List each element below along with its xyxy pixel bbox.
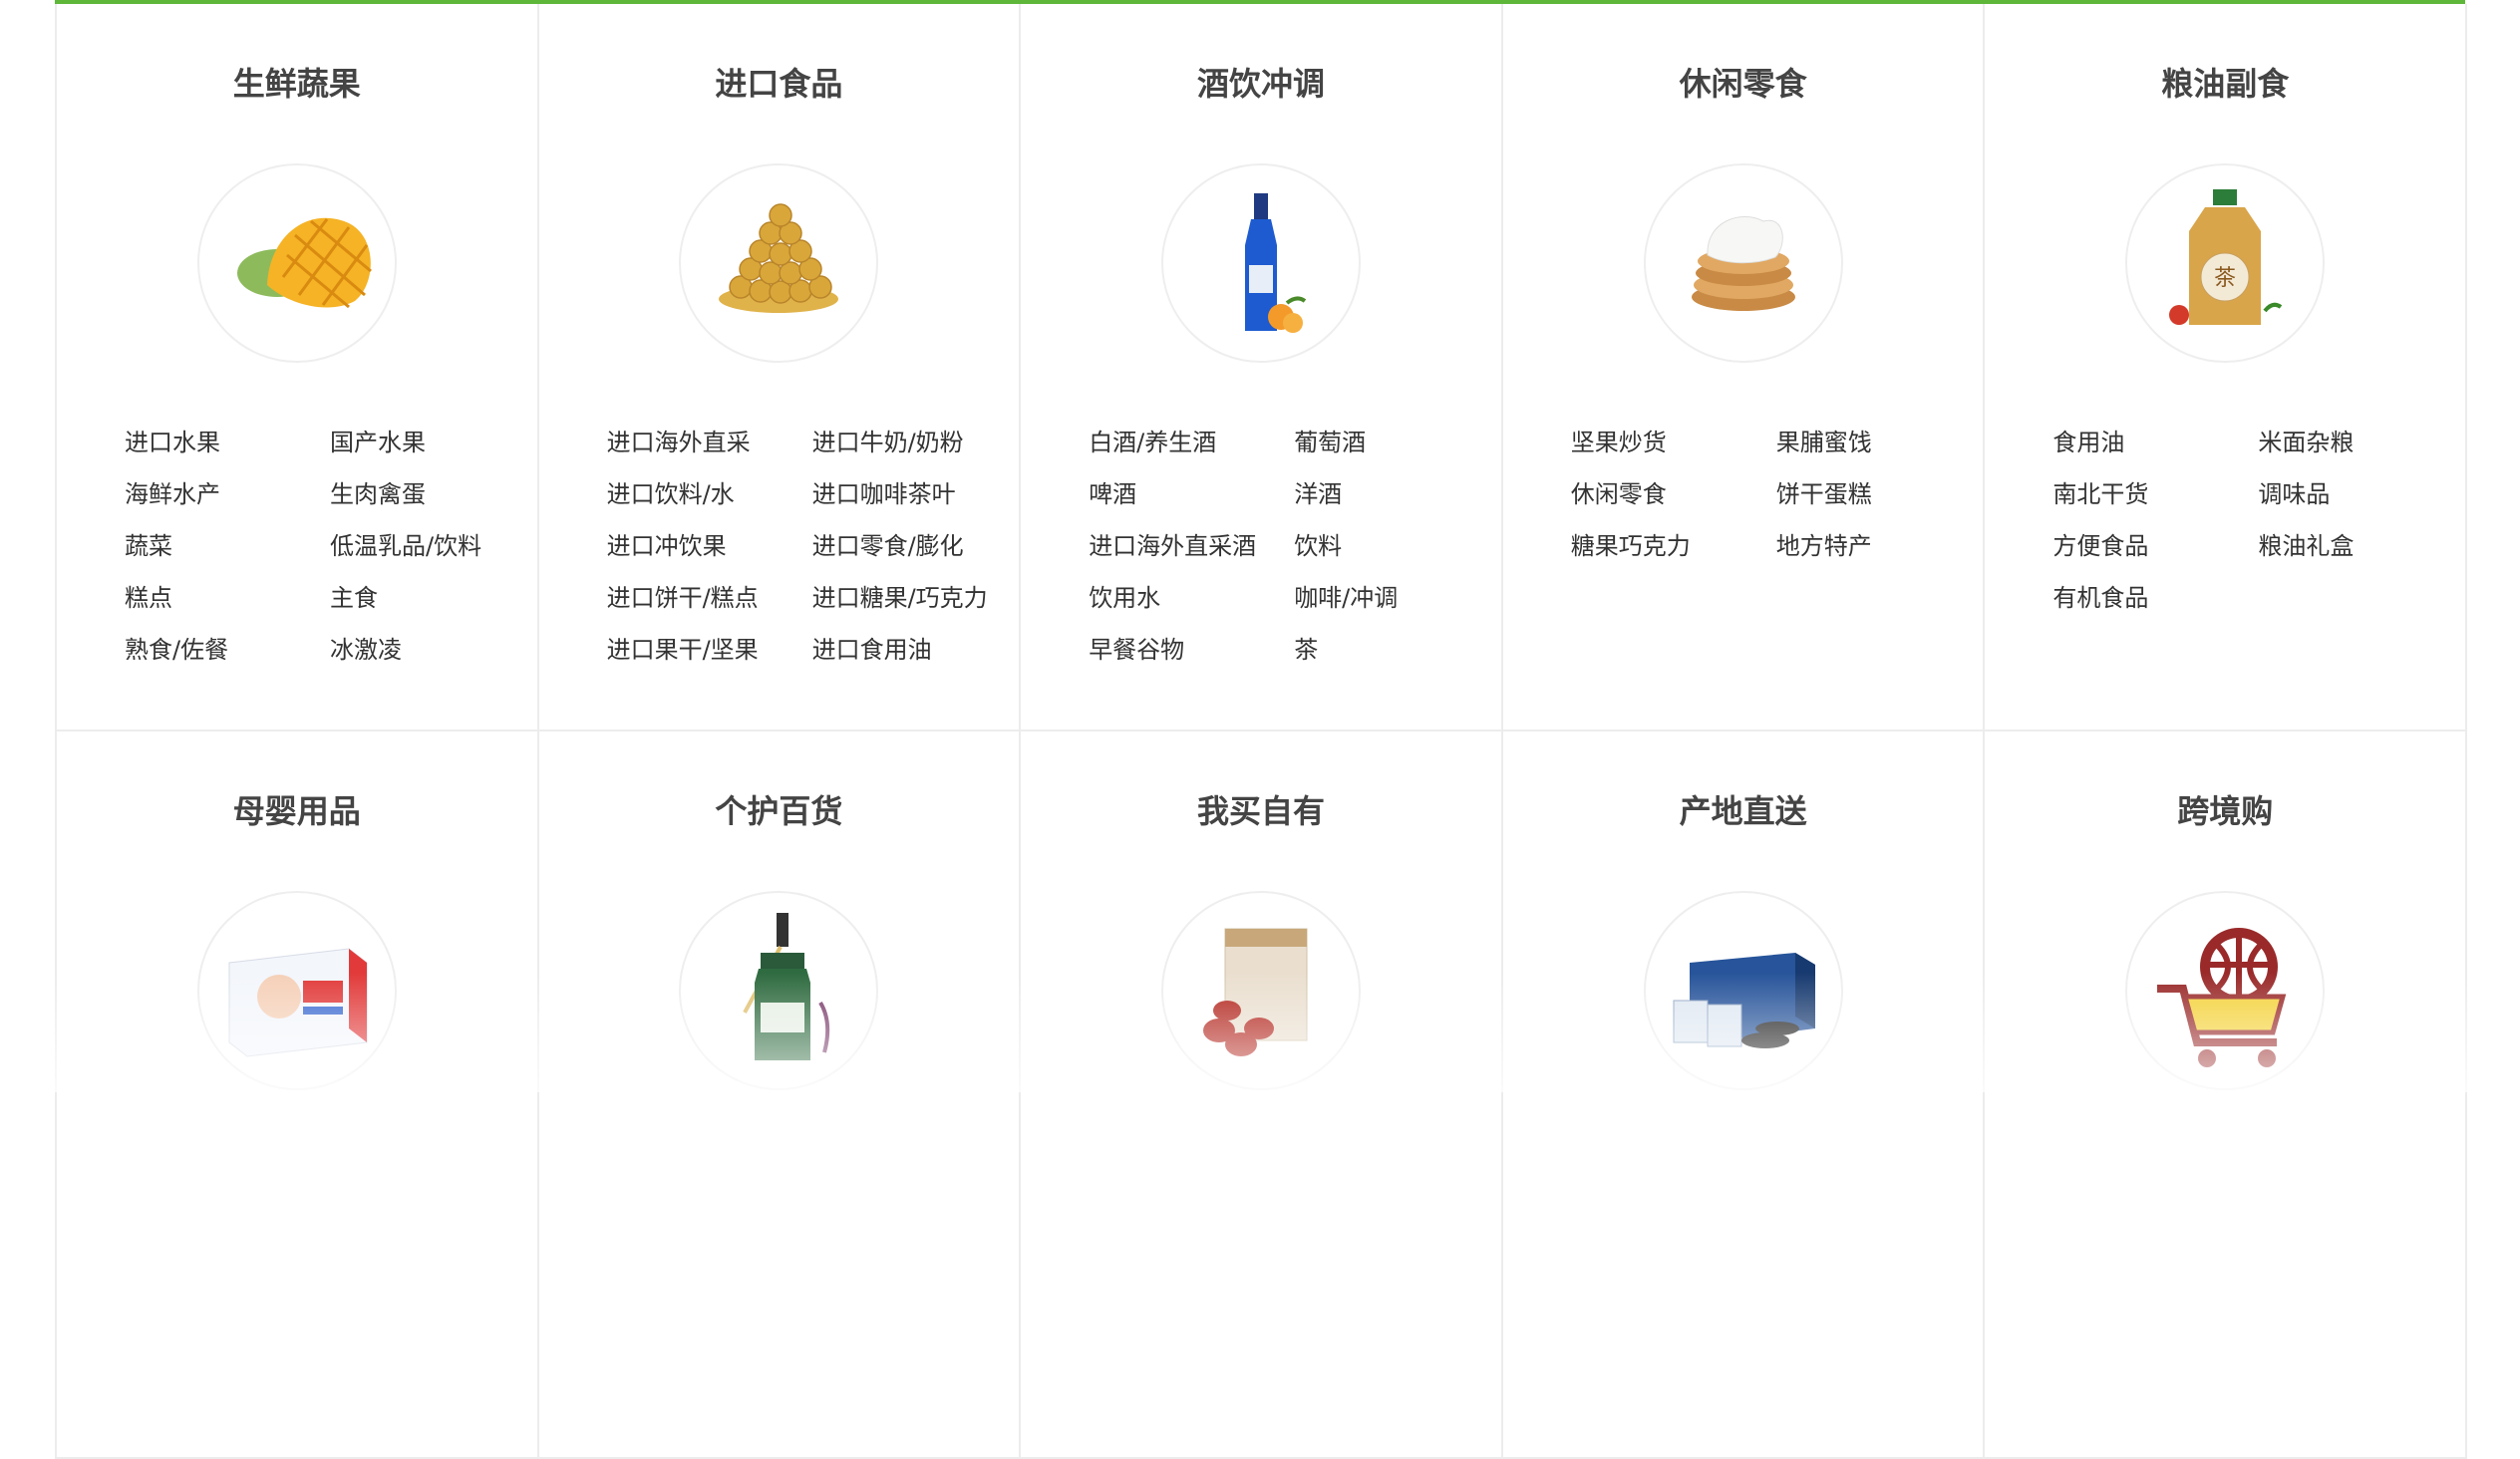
- category-card: 跨境购: [1985, 731, 2467, 1459]
- subcategory-link[interactable]: 进口海外直采酒: [1089, 520, 1294, 572]
- subcategory-link[interactable]: 进口糖果/巧克力: [812, 572, 1018, 624]
- subcategory-list: 进口海外直采 进口牛奶/奶粉 进口饮料/水 进口咖啡茶叶 进口冲饮果 进口零食/膨化 进口饼…: [607, 417, 1020, 676]
- category-grid: 生鲜蔬果进口水果 国产水果 海鲜水产 生肉禽蛋 蔬菜 低温乳品/饮料 糕点 主食 熟食/佐餐 冰激…: [55, 4, 2467, 1459]
- category-title[interactable]: 粮油副食: [1985, 62, 2465, 106]
- subcategory-link[interactable]: 生肉禽蛋: [330, 468, 535, 520]
- subcategory-link[interactable]: 饮用水: [1089, 572, 1294, 624]
- subcategory-link[interactable]: 粮油礼盒: [2258, 520, 2463, 572]
- subcategory-link[interactable]: 进口海外直采: [607, 417, 812, 468]
- category-card: 休闲零食 坚果炒货 果脯蜜饯 休闲零食 饼干蛋糕 糖果巧克力 地方特产: [1502, 4, 1986, 731]
- subcategory-link[interactable]: 进口食用油: [812, 624, 1018, 676]
- subcategory-list: 坚果炒货 果脯蜜饯 休闲零食 饼干蛋糕 糖果巧克力 地方特产: [1571, 417, 1984, 572]
- category-card: 进口食品进口海外直采 进口牛奶/奶粉 进口饮料/水 进口咖啡茶叶 进口冲饮果 进口零食/膨…: [538, 4, 1022, 731]
- shopping-cart-icon[interactable]: [2125, 891, 2326, 1090]
- category-card: 粮油副食茶食用油 米面杂粮 南北干货 调味品 方便食品 粮油礼盒 有机食品: [1985, 4, 2467, 731]
- category-page: 生鲜蔬果进口水果 国产水果 海鲜水产 生肉禽蛋 蔬菜 低温乳品/饮料 糕点 主食 熟食/佐餐 冰激…: [0, 0, 2520, 1459]
- subcategory-list: 白酒/养生酒 葡萄酒 啤酒 洋酒 进口海外直采酒 饮料 饮用水 咖啡/冲调 早餐谷物茶: [1089, 417, 1501, 676]
- category-title[interactable]: 休闲零食: [1503, 62, 1984, 106]
- subcategory-link[interactable]: 进口饼干/糕点: [607, 572, 812, 624]
- subcategory-link[interactable]: 蔬菜: [125, 520, 330, 572]
- subcategory-link[interactable]: 咖啡/冲调: [1294, 572, 1499, 624]
- diaper-pack-icon[interactable]: [196, 891, 397, 1090]
- subcategory-link[interactable]: 进口冲饮果: [607, 520, 812, 572]
- subcategory-link[interactable]: 饼干蛋糕: [1776, 468, 1982, 520]
- subcategory-link[interactable]: 冰激凌: [330, 624, 535, 676]
- category-title[interactable]: 个护百货: [539, 789, 1020, 833]
- subcategory-link[interactable]: 熟食/佐餐: [125, 624, 330, 676]
- subcategory-link[interactable]: 果脯蜜饯: [1776, 417, 1982, 468]
- category-title[interactable]: 母婴用品: [57, 789, 537, 833]
- subcategory-link[interactable]: 方便食品: [2052, 520, 2258, 572]
- category-title[interactable]: 生鲜蔬果: [57, 62, 537, 106]
- category-card: 酒饮冲调白酒/养生酒 葡萄酒 啤酒 洋酒 进口海外直采酒 饮料 饮用水 咖啡/冲调 早餐谷物茶: [1021, 4, 1503, 731]
- subcategory-link[interactable]: 低温乳品/饮料: [330, 520, 535, 572]
- subcategory-link[interactable]: 啤酒: [1089, 468, 1294, 520]
- subcategory-link[interactable]: 洋酒: [1294, 468, 1499, 520]
- subcategory-link[interactable]: 白酒/养生酒: [1089, 417, 1294, 468]
- category-card: 母婴用品: [57, 731, 539, 1459]
- liquor-bottle-icon[interactable]: [1160, 163, 1361, 363]
- seafood-box-icon[interactable]: [1643, 891, 1843, 1090]
- subcategory-link[interactable]: 南北干货: [2052, 468, 2258, 520]
- subcategory-link[interactable]: 进口饮料/水: [607, 468, 812, 520]
- category-title[interactable]: 酒饮冲调: [1021, 62, 1501, 106]
- subcategory-link[interactable]: 休闲零食: [1571, 468, 1776, 520]
- category-card: 产地直送: [1502, 731, 1986, 1459]
- pancake-stack-icon[interactable]: [1643, 163, 1843, 363]
- subcategory-link[interactable]: 糖果巧克力: [1571, 520, 1776, 572]
- subcategory-link[interactable]: 饮料: [1294, 520, 1499, 572]
- subcategory-link[interactable]: 茶: [1294, 624, 1499, 676]
- subcategory-list: 进口水果 国产水果 海鲜水产 生肉禽蛋 蔬菜 低温乳品/饮料 糕点 主食 熟食/佐餐 冰激凌: [125, 417, 537, 676]
- subcategory-link[interactable]: 糕点: [125, 572, 330, 624]
- subcategory-link[interactable]: 有机食品: [2052, 572, 2258, 624]
- category-title[interactable]: 产地直送: [1503, 789, 1984, 833]
- jujube-bag-icon[interactable]: [1160, 891, 1361, 1090]
- subcategory-link[interactable]: 早餐谷物: [1089, 624, 1294, 676]
- subcategory-link[interactable]: 海鲜水产: [125, 468, 330, 520]
- subcategory-link[interactable]: 国产水果: [330, 417, 535, 468]
- serum-bottle-icon[interactable]: [679, 891, 879, 1090]
- category-title[interactable]: 进口食品: [539, 62, 1020, 106]
- category-card: 个护百货: [538, 731, 1022, 1459]
- subcategory-link[interactable]: 进口水果: [125, 417, 330, 468]
- mango-icon[interactable]: [196, 163, 397, 363]
- subcategory-link[interactable]: 地方特产: [1776, 520, 1982, 572]
- subcategory-link[interactable]: 调味品: [2258, 468, 2463, 520]
- subcategory-link[interactable]: 坚果炒货: [1571, 417, 1776, 468]
- chocolate-balls-icon[interactable]: [679, 163, 879, 363]
- subcategory-link[interactable]: 食用油: [2052, 417, 2258, 468]
- oil-bottle-icon[interactable]: 茶: [2125, 163, 2326, 363]
- category-card: 生鲜蔬果进口水果 国产水果 海鲜水产 生肉禽蛋 蔬菜 低温乳品/饮料 糕点 主食 熟食/佐餐 冰激…: [57, 4, 539, 731]
- subcategory-link[interactable]: 进口零食/膨化: [812, 520, 1018, 572]
- category-title[interactable]: 我买自有: [1021, 789, 1501, 833]
- svg-text:茶: 茶: [2214, 266, 2236, 291]
- subcategory-link[interactable]: 进口咖啡茶叶: [812, 468, 1018, 520]
- subcategory-link[interactable]: 进口牛奶/奶粉: [812, 417, 1018, 468]
- subcategory-link[interactable]: 米面杂粮: [2258, 417, 2463, 468]
- subcategory-link[interactable]: 主食: [330, 572, 535, 624]
- category-title[interactable]: 跨境购: [1985, 789, 2465, 833]
- subcategory-list: 食用油 米面杂粮 南北干货 调味品 方便食品 粮油礼盒 有机食品: [2052, 417, 2465, 624]
- subcategory-link[interactable]: 葡萄酒: [1294, 417, 1499, 468]
- category-card: 我买自有: [1021, 731, 1503, 1459]
- subcategory-link[interactable]: 进口果干/坚果: [607, 624, 812, 676]
